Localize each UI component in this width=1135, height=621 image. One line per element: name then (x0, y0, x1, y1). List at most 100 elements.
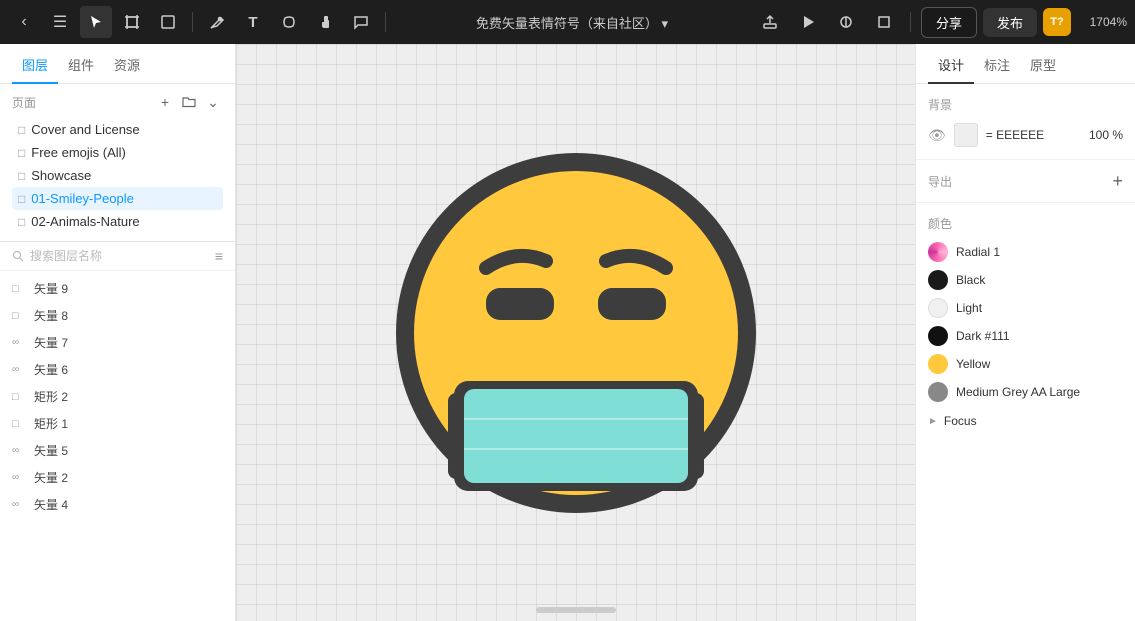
tab-mark[interactable]: 标注 (974, 47, 1020, 84)
color-label-medium-grey: Medium Grey AA Large (956, 385, 1080, 399)
list-item[interactable]: □ 矢量 8 (0, 302, 235, 329)
list-item[interactable]: □ 矩形 2 (0, 383, 235, 410)
document-title: 免费矢量表情符号（来自社区） ▾ (394, 13, 750, 32)
link-icon: ∞ (12, 364, 28, 375)
page-item-02-animals[interactable]: □ 02-Animals-Nature (12, 210, 223, 233)
tab-assets[interactable]: 资源 (104, 47, 150, 84)
list-item[interactable]: ∞ 矢量 6 (0, 356, 235, 383)
color-row-black: Black (928, 270, 1123, 290)
bg-color-swatch[interactable] (954, 123, 978, 147)
select-tool-icon[interactable] (80, 6, 112, 38)
export-header: 导出 + (928, 172, 1123, 190)
visibility-toggle[interactable]: 👁 (928, 127, 946, 144)
bg-color-value[interactable]: = EEEEEE (986, 128, 1081, 142)
pen-tool-icon[interactable] (201, 6, 233, 38)
color-row-radial1: Radial 1 (928, 242, 1123, 262)
menu-icon[interactable]: ☰ (44, 6, 76, 38)
list-item[interactable]: ∞ 矢量 2 (0, 464, 235, 491)
list-item[interactable]: ∞ 矢量 7 (0, 329, 235, 356)
right-tabs: 设计 标注 原型 (916, 44, 1135, 84)
search-bar: ≡ (0, 242, 235, 271)
search-input[interactable] (30, 249, 209, 263)
color-label-light: Light (956, 301, 982, 315)
tab-prototype[interactable]: 原型 (1020, 47, 1066, 84)
color-row-light: Light (928, 298, 1123, 318)
color-row-dark111: Dark #111 (928, 326, 1123, 346)
color-swatch-black[interactable] (928, 270, 948, 290)
color-swatch-radial1[interactable] (928, 242, 948, 262)
list-item[interactable]: ∞ 矢量 4 (0, 491, 235, 518)
canvas-scrollbar[interactable] (536, 607, 616, 613)
left-sidebar: 图层 组件 资源 页面 + ⌄ □ Cover and License (0, 44, 236, 621)
page-item-cover[interactable]: □ Cover and License (12, 118, 223, 141)
color-label-yellow: Yellow (956, 357, 990, 371)
filter-icon[interactable]: ≡ (215, 248, 223, 264)
link-icon: ∞ (12, 499, 28, 510)
background-section: 背景 👁 = EEEEEE 100 % (916, 84, 1135, 160)
canvas-area[interactable] (236, 44, 915, 621)
bg-opacity-value[interactable]: 100 % (1089, 128, 1123, 142)
color-label-dark111: Dark #111 (956, 329, 1010, 343)
export-section: 导出 + (916, 160, 1135, 203)
zoom-level: 1704% (1077, 15, 1127, 29)
hand-tool-icon[interactable] (309, 6, 341, 38)
anchor-tool-icon[interactable] (273, 6, 305, 38)
new-folder-button[interactable] (179, 92, 199, 112)
bg-row: 👁 = EEEEEE 100 % (928, 123, 1123, 147)
export-title: 导出 (928, 173, 952, 190)
frame-tool-icon[interactable] (116, 6, 148, 38)
right-sidebar: 设计 标注 原型 背景 👁 = EEEEEE 100 % 导出 + 颜色 (915, 44, 1135, 621)
tab-design[interactable]: 设计 (928, 47, 974, 84)
page-item-showcase[interactable]: □ Showcase (12, 164, 223, 187)
color-swatch-medium-grey[interactable] (928, 382, 948, 402)
sep2 (385, 12, 386, 32)
list-item[interactable]: □ 矢量 9 (0, 275, 235, 302)
add-page-button[interactable]: + (155, 92, 175, 112)
page-item-free-emojis[interactable]: □ Free emojis (All) (12, 141, 223, 164)
sep1 (192, 12, 193, 32)
toolbar: ‹ ☰ T 免费矢量表情符号（来自社区） ▾ (0, 0, 1135, 44)
colors-title: 颜色 (928, 215, 1123, 232)
user-avatar[interactable]: T? (1043, 8, 1071, 36)
page-icon: □ (18, 215, 25, 229)
play-icon[interactable] (792, 6, 824, 38)
page-icon: □ (18, 169, 25, 183)
list-item[interactable]: □ 矩形 1 (0, 410, 235, 437)
focus-row[interactable]: ► Focus (928, 410, 1123, 432)
pages-title: 页面 (12, 94, 36, 111)
tab-components[interactable]: 组件 (58, 47, 104, 84)
shape-tool-icon[interactable] (152, 6, 184, 38)
collapse-pages-button[interactable]: ⌄ (203, 92, 223, 112)
tab-layers[interactable]: 图层 (12, 47, 58, 84)
layers-section: ≡ □ 矢量 9 □ 矢量 8 ∞ 矢量 7 ∞ 矢量 6 (0, 241, 235, 621)
pages-header: 页面 + ⌄ (12, 92, 223, 112)
color-row-medium-grey: Medium Grey AA Large (928, 382, 1123, 402)
sidebar-tabs: 图层 组件 资源 (0, 44, 235, 84)
color-swatch-dark111[interactable] (928, 326, 948, 346)
color-swatch-yellow[interactable] (928, 354, 948, 374)
vector-icon: □ (12, 310, 28, 322)
color-swatch-light[interactable] (928, 298, 948, 318)
publish-button[interactable]: 发布 (983, 8, 1037, 37)
focus-label: Focus (944, 414, 977, 428)
upload-icon[interactable] (754, 6, 786, 38)
text-tool-icon[interactable]: T (237, 6, 269, 38)
add-export-button[interactable]: + (1112, 172, 1123, 190)
mirror-icon[interactable] (830, 6, 862, 38)
list-item[interactable]: ∞ 矢量 5 (0, 437, 235, 464)
comment-tool-icon[interactable] (345, 6, 377, 38)
background-title: 背景 (928, 96, 1123, 113)
search-icon (12, 250, 24, 262)
share-button[interactable]: 分享 (921, 7, 977, 38)
main-layout: 图层 组件 资源 页面 + ⌄ □ Cover and License (0, 44, 1135, 621)
color-label-black: Black (956, 273, 985, 287)
crop-icon[interactable] (868, 6, 900, 38)
focus-chevron-icon: ► (928, 416, 938, 427)
rect-icon: □ (12, 391, 28, 403)
back-icon[interactable]: ‹ (8, 6, 40, 38)
pages-section: 页面 + ⌄ □ Cover and License □ Free emojis… (0, 84, 235, 241)
page-icon: □ (18, 192, 25, 206)
link-icon: ∞ (12, 472, 28, 483)
page-item-01-smiley[interactable]: □ 01-Smiley-People (12, 187, 223, 210)
colors-section: 颜色 Radial 1 Black Light Dark #111 Yellow (916, 203, 1135, 444)
